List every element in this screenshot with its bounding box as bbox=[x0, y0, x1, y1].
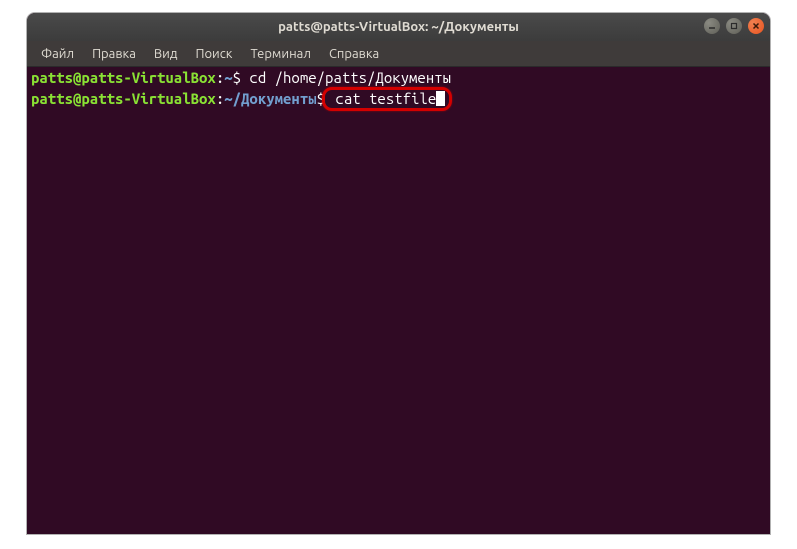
prompt-userhost: patts@patts-VirtualBox bbox=[31, 69, 216, 86]
highlight-annotation: cat testfile bbox=[322, 87, 452, 111]
command-text: cd /home/patts/Документы bbox=[241, 69, 451, 86]
cursor-icon bbox=[436, 91, 445, 106]
prompt-colon: : bbox=[216, 69, 224, 86]
menu-search[interactable]: Поиск bbox=[187, 44, 240, 64]
terminal-line-1: patts@patts-VirtualBox:~$ cd /home/patts… bbox=[31, 69, 766, 87]
minimize-button[interactable] bbox=[704, 18, 720, 34]
prompt-dollar: $ bbox=[233, 69, 241, 86]
menu-view[interactable]: Вид bbox=[146, 44, 186, 64]
window-title: patts@patts-VirtualBox: ~/Документы bbox=[278, 20, 519, 34]
prompt-userhost: patts@patts-VirtualBox bbox=[31, 90, 216, 107]
window-controls bbox=[704, 18, 764, 34]
menu-file[interactable]: Файл bbox=[33, 44, 82, 64]
terminal-body[interactable]: patts@patts-VirtualBox:~$ cd /home/patts… bbox=[27, 67, 770, 534]
maximize-button[interactable] bbox=[726, 18, 742, 34]
titlebar[interactable]: patts@patts-VirtualBox: ~/Документы bbox=[27, 13, 770, 41]
prompt-path: ~/Документы bbox=[224, 90, 316, 107]
command-text: cat testfile bbox=[327, 90, 436, 107]
terminal-window: patts@patts-VirtualBox: ~/Документы Файл… bbox=[27, 13, 770, 534]
terminal-line-2: patts@patts-VirtualBox:~/Документы$ cat … bbox=[31, 87, 766, 111]
prompt-path: ~ bbox=[224, 69, 232, 86]
close-button[interactable] bbox=[748, 18, 764, 34]
menu-edit[interactable]: Правка bbox=[84, 44, 144, 64]
menu-terminal[interactable]: Терминал bbox=[242, 44, 318, 64]
menu-help[interactable]: Справка bbox=[321, 44, 387, 64]
menubar: Файл Правка Вид Поиск Терминал Справка bbox=[27, 41, 770, 67]
prompt-colon: : bbox=[216, 90, 224, 107]
